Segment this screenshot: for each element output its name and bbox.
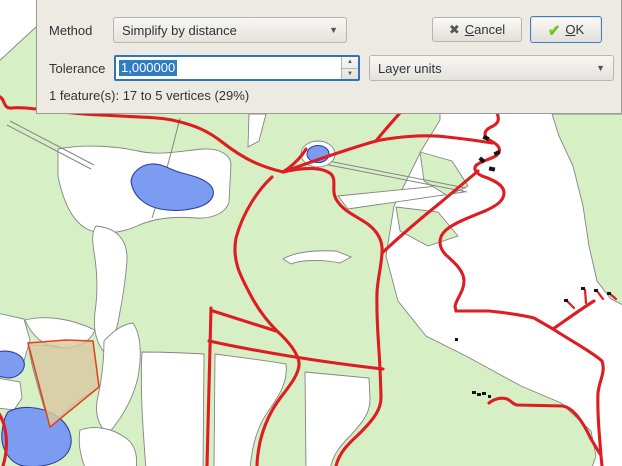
tolerance-label: Tolerance [49,61,105,76]
cancel-button-label: Cancel [465,22,505,37]
cancel-button[interactable]: ✖ Cancel [432,17,522,42]
units-dropdown-value: Layer units [378,61,590,76]
tolerance-spinbox[interactable]: 1,000000 ▲ ▼ [114,55,360,81]
units-dropdown[interactable]: Layer units ▼ [369,55,614,81]
ok-button-label: OK [565,22,584,37]
ok-button[interactable]: ✔ OK [530,16,602,43]
cross-icon: ✖ [449,22,460,38]
method-dropdown-value: Simplify by distance [122,23,323,38]
simplify-feature-dialog: Method Simplify by distance ▼ ✖ Cancel ✔… [36,0,622,114]
check-icon: ✔ [548,21,561,39]
spin-down-icon[interactable]: ▼ [342,69,358,80]
tolerance-value: 1,000000 [119,60,177,76]
application-window: Method Simplify by distance ▼ ✖ Cancel ✔… [0,0,622,466]
status-text: 1 feature(s): 17 to 5 vertices (29%) [49,88,249,103]
chevron-down-icon: ▼ [329,25,338,35]
chevron-down-icon: ▼ [596,63,605,73]
method-dropdown[interactable]: Simplify by distance ▼ [113,17,347,43]
method-label: Method [49,23,92,38]
spin-up-icon[interactable]: ▲ [342,57,358,69]
